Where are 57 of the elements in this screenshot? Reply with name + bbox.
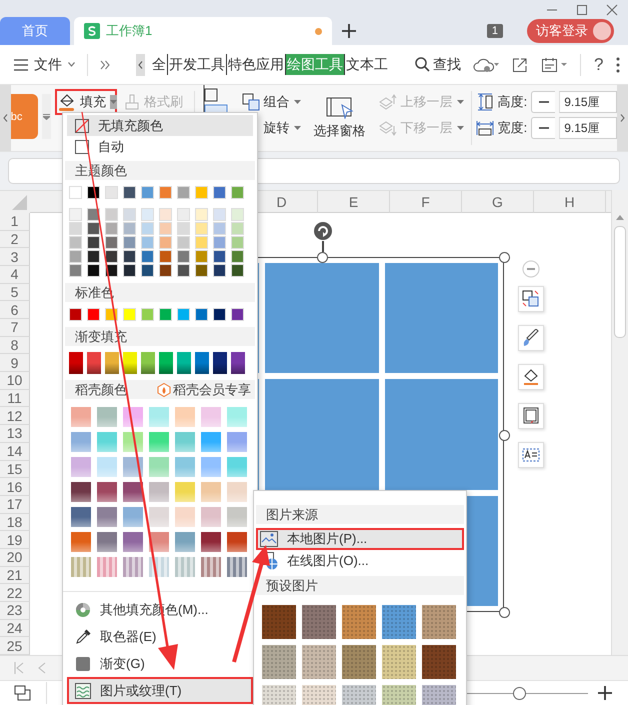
menu-item[interactable]: 自动 [67,136,253,157]
column-header[interactable]: G [462,191,534,213]
column-header[interactable]: H [534,191,606,213]
help-button[interactable]: ? [594,54,604,74]
shape-style-preview[interactable]: bc [10,94,38,139]
login-button[interactable]: 访客登录 [527,19,614,43]
home-tab[interactable]: 首页 [0,17,70,45]
row-header[interactable]: 3 [0,248,30,266]
width-label: 宽度: [498,119,528,137]
file-menu[interactable]: 文件 [34,56,75,74]
row-header[interactable]: 13 [0,425,30,443]
row-header[interactable]: 10 [0,372,30,390]
row-header[interactable]: 20 [0,548,30,567]
group-button[interactable]: 组合 [238,89,304,115]
row-header[interactable]: 7 [0,319,30,337]
document-tab[interactable]: 工作簿1 [74,17,332,45]
row-header[interactable]: 11 [0,390,30,408]
row-header[interactable]: 19 [0,531,30,549]
row-header[interactable]: 2 [0,230,30,248]
menu-item[interactable]: 渐变(G) [67,650,253,677]
vip-link[interactable]: 稻壳会员专享 [157,380,251,398]
menu-item[interactable]: 取色器(E) [67,623,253,650]
ribbon-tab[interactable]: 开发工具 [167,54,226,75]
ribbon-tab[interactable]: 全 [151,54,167,75]
row-header[interactable]: 5 [0,284,30,302]
selection-pane-button[interactable]: 选择窗格 [310,85,370,151]
row-header[interactable]: 9 [0,354,30,372]
row-header[interactable]: 17 [0,496,30,514]
row-header[interactable]: 21 [0,566,30,584]
section-header: 预设图片 [256,576,464,595]
row-header[interactable]: 14 [0,442,30,461]
height-label: 高度: [498,93,528,111]
row-header[interactable]: 18 [0,514,30,532]
section-header: 图片来源 [256,505,464,524]
row-header[interactable]: 24 [0,620,30,638]
row-header[interactable]: 6 [0,301,30,320]
column-header[interactable]: E [318,191,390,213]
row-header[interactable]: 23 [0,602,30,620]
ribbon-tab[interactable]: 绘图工具 [285,54,344,75]
row-header[interactable]: 22 [0,584,30,602]
menu-item[interactable]: 图片或纹理(T) [67,677,253,704]
row-header[interactable]: 16 [0,478,30,496]
row-header[interactable]: 25 [0,637,30,655]
fill-button[interactable]: 填充 [54,89,117,115]
width-field[interactable]: 9.15厘 [559,117,618,139]
row-header[interactable]: 8 [0,336,30,354]
search-button[interactable]: 查找 [409,54,467,74]
menu-item[interactable]: 无填充颜色 [67,115,253,136]
row-header[interactable]: 1 [0,213,30,231]
menu-item[interactable]: 本地图片(P)... [256,528,464,550]
column-header[interactable]: F [390,191,462,213]
row-header[interactable]: 4 [0,266,30,284]
tab-count-badge[interactable]: 1 [486,24,503,38]
row-header[interactable]: 12 [0,407,30,426]
height-field[interactable]: 9.15厘 [559,91,618,113]
ribbon-tab[interactable]: 文本工 [344,54,389,75]
row-header[interactable]: 15 [0,460,30,478]
